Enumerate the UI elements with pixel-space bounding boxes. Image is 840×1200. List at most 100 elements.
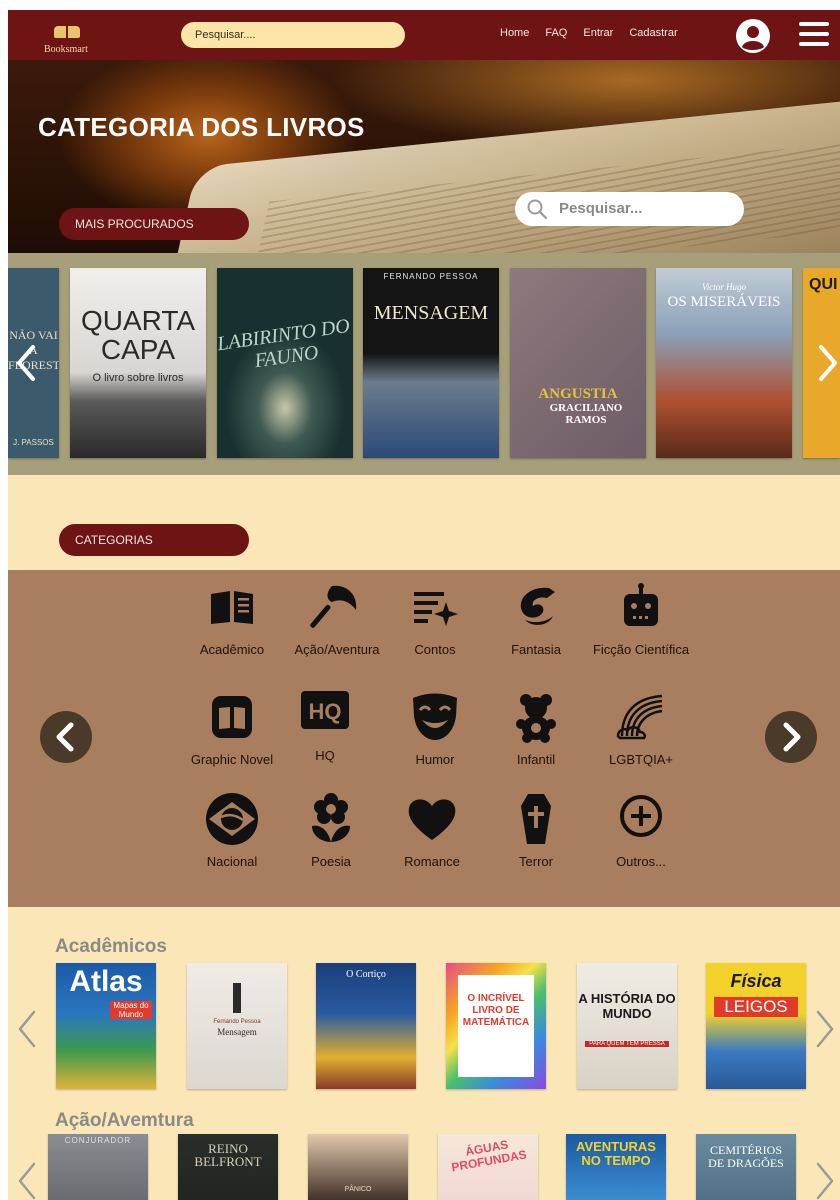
featured-book-cover[interactable]: FERNANDO PESSOA MENSAGEM	[363, 268, 499, 458]
category-ficcao-cientifica[interactable]: Ficção Científica	[591, 580, 691, 657]
book-cover[interactable]: ÁGUAS PROFUNDAS	[438, 1134, 538, 1200]
book-subtitle: Mapas do Mundo	[110, 1001, 152, 1019]
featured-book-title: QUARTA CAPA	[80, 305, 196, 365]
book-cover[interactable]: REINO BELFRONT	[178, 1134, 278, 1200]
nav-link-faq[interactable]: FAQ	[545, 27, 567, 39]
carousel-next-arrow-icon[interactable]	[816, 343, 840, 383]
chevron-left-icon	[56, 722, 74, 752]
featured-book-cover[interactable]: Victor Hugo OS MISERÁVEIS	[656, 268, 792, 458]
brazil-flag-icon	[206, 793, 258, 845]
book-cover[interactable]: AVENTURAS NO TEMPO	[566, 1134, 666, 1200]
hero-title: CATEGORIA DOS LIVROS	[38, 112, 365, 142]
categories-next-button[interactable]	[765, 711, 817, 763]
book-title: Atlas	[69, 965, 143, 998]
categories-prev-button[interactable]	[40, 711, 92, 763]
featured-book-title: ANGUSTIA	[538, 386, 618, 402]
category-poesia[interactable]: Poesia	[281, 792, 381, 869]
search-icon	[527, 199, 547, 219]
nav-link-home[interactable]: Home	[500, 27, 529, 39]
category-graphic-novel[interactable]: Graphic Novel	[182, 690, 282, 767]
hero-search-placeholder: Pesquisar...	[559, 200, 643, 217]
category-label: Graphic Novel	[190, 752, 274, 767]
book-title: A HISTÓRIA DO MUNDO	[578, 991, 676, 1021]
category-label: HQ	[315, 748, 335, 763]
category-terror[interactable]: Terror	[486, 792, 586, 869]
featured-books-carousel: NÃO VAI A FLORESTA J. PASSOS QUARTA CAPA…	[8, 253, 840, 475]
category-infantil[interactable]: Infantil	[486, 690, 586, 767]
book-cover[interactable]: CONJURADOR	[48, 1134, 148, 1200]
carousel-prev-arrow-icon[interactable]	[14, 343, 38, 383]
book-cover[interactable]: O INCRÍVEL LIVRO DE MATEMÁTICA	[446, 963, 546, 1089]
category-outros[interactable]: Outros...	[591, 792, 691, 869]
sparkle-list-icon	[414, 592, 458, 626]
top-search-input[interactable]	[181, 22, 405, 48]
category-label: Ficção Científica	[592, 642, 690, 657]
featured-book-author: Victor Hugo	[701, 282, 747, 292]
category-label: LGBTQIA+	[609, 752, 673, 767]
category-label: Humor	[415, 752, 455, 767]
shelf-title-academicos: Acadêmicos	[55, 936, 167, 957]
book-title: AVENTURAS NO TEMPO	[576, 1139, 656, 1168]
hamburger-menu-icon[interactable]	[799, 22, 829, 48]
dragon-icon	[520, 587, 555, 625]
logo-text: Booksmart	[44, 44, 88, 55]
category-humor[interactable]: Humor	[385, 690, 485, 767]
book-cover[interactable]: Física LEIGOS	[706, 963, 806, 1089]
category-label: Infantil	[516, 752, 556, 767]
featured-book-title: LABIRINTO DO FAUNO	[217, 314, 352, 373]
categories-grid: Acadêmico Ação/Aventura Contos Fantasia	[8, 570, 840, 907]
category-label: Nacional	[206, 854, 258, 869]
logo[interactable]: Booksmart	[40, 20, 100, 56]
categorias-label: CATEGORIAS	[59, 524, 249, 556]
featured-book-cover[interactable]: LABIRINTO DO FAUNO	[217, 268, 353, 458]
page: Booksmart Home FAQ Entrar Cadastrar CATE…	[8, 10, 840, 1200]
shelf-title-acao-aventura: Ação/Avemtura	[55, 1110, 194, 1131]
plus-circle-icon	[620, 795, 662, 837]
category-label: Poesia	[311, 854, 351, 869]
shelf-prev-arrow-icon[interactable]	[16, 1008, 38, 1050]
graphic-novel-icon	[212, 696, 252, 738]
open-book-icon	[211, 591, 253, 624]
book-title: REINO BELFRONT	[194, 1141, 262, 1169]
category-fantasia[interactable]: Fantasia	[486, 580, 586, 657]
book-title: CONJURADOR	[64, 1136, 132, 1145]
category-acao-aventura[interactable]: Ação/Aventura	[287, 580, 387, 657]
featured-book-cover[interactable]: QUARTA CAPA O livro sobre livros	[70, 268, 206, 458]
nav-link-cadastrar[interactable]: Cadastrar	[629, 27, 677, 39]
category-contos[interactable]: Contos	[385, 580, 485, 657]
top-navbar: Booksmart Home FAQ Entrar Cadastrar	[8, 10, 840, 60]
category-lgbtqia[interactable]: LGBTQIA+	[591, 690, 691, 767]
book-cover[interactable]: PÂNICO	[308, 1134, 408, 1200]
book-title: Física	[730, 971, 782, 991]
book-cover[interactable]: A HISTÓRIA DO MUNDO PARA QUEM TEM PRESSA	[577, 963, 677, 1089]
featured-book-subtitle: O livro sobre livros	[92, 372, 184, 384]
book-cover[interactable]: CEMITÉRIOS DE DRAGÕES	[696, 1134, 796, 1200]
category-label: Ação/Aventura	[294, 642, 380, 657]
hero-search-box[interactable]: Pesquisar...	[515, 192, 744, 226]
book-title: O INCRÍVEL LIVRO DE MATEMÁTICA	[462, 993, 530, 1028]
axe-icon	[310, 585, 357, 628]
category-hq[interactable]: HQ HQ	[275, 686, 375, 763]
category-label: Fantasia	[511, 642, 561, 657]
hq-icon: HQ	[301, 691, 349, 729]
svg-text:HQ: HQ	[309, 699, 342, 724]
book-cover[interactable]: Fernando Pessoa Mensagem	[187, 963, 287, 1089]
category-label: Terror	[519, 854, 553, 869]
featured-book-cover[interactable]: ANGUSTIA GRACILIANO RAMOS	[510, 268, 646, 458]
featured-book-title: QUI	[809, 276, 838, 293]
user-avatar-icon[interactable]	[735, 18, 771, 54]
book-cover[interactable]: O Cortiço	[316, 963, 416, 1089]
featured-book-author: J. PASSOS	[13, 438, 54, 447]
shelf-next-arrow-icon[interactable]	[814, 1008, 836, 1050]
category-academico[interactable]: Acadêmico	[182, 580, 282, 657]
shelf-next-arrow-icon[interactable]	[814, 1160, 836, 1200]
book-cover[interactable]: Atlas Mapas do Mundo	[56, 963, 156, 1089]
category-nacional[interactable]: Nacional	[182, 792, 282, 869]
nav-link-entrar[interactable]: Entrar	[583, 27, 613, 39]
category-romance[interactable]: Romance	[382, 792, 482, 869]
book-subtitle: LEIGOS	[714, 997, 798, 1017]
featured-book-title: OS MISERÁVEIS	[667, 294, 781, 310]
nav-links: Home FAQ Entrar Cadastrar	[500, 27, 694, 39]
shelf-prev-arrow-icon[interactable]	[16, 1160, 38, 1200]
flower-icon	[312, 793, 350, 842]
